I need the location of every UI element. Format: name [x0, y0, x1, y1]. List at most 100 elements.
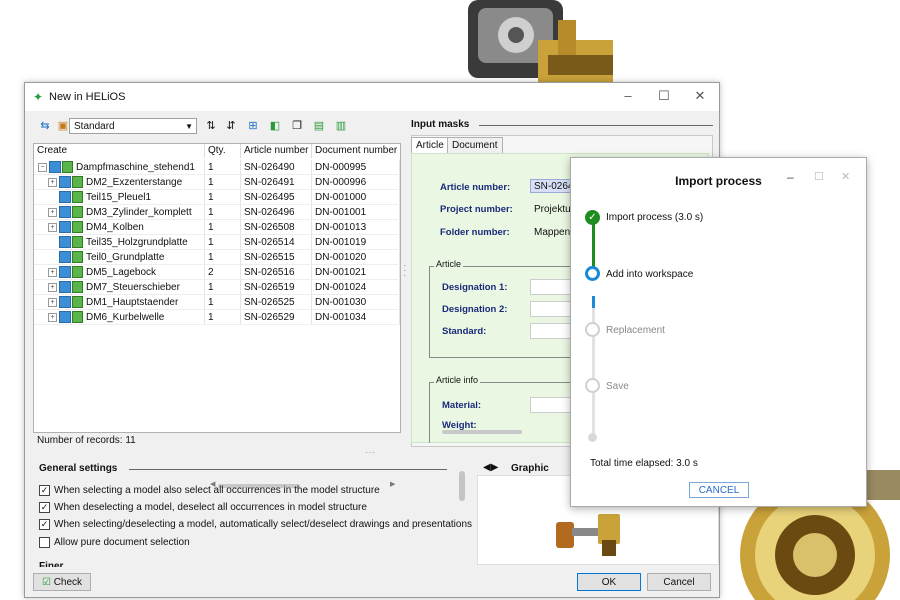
view-select[interactable]: Standard ▼ [69, 118, 197, 134]
table-row[interactable]: + DM6_Kurbelwelle 1 SN-026529 DN-001034 [34, 310, 400, 325]
assembly-icon [59, 176, 71, 189]
table-row[interactable]: − Dampfmaschine_stehend1 1 SN-026490 DN-0009… [34, 160, 400, 175]
document-icon [72, 236, 83, 249]
option-select-occurrences[interactable]: ✓ When selecting a model also select all … [39, 485, 380, 496]
sort-ascending-icon[interactable]: ⇅ [203, 119, 219, 133]
cell-create: + DM3_Zylinder_komplett [34, 205, 205, 220]
table-row[interactable]: + DM5_Lagebock 2 SN-026516 DN-001021 [34, 265, 400, 280]
document-icon [62, 161, 73, 174]
collapse-icon[interactable]: − [38, 162, 47, 172]
material-label: Material: [442, 400, 482, 411]
expand-icon[interactable]: + [48, 267, 57, 277]
step-active-icon [585, 266, 600, 281]
table-row[interactable]: + DM3_Zylinder_komplett 1 SN-026496 DN-00100… [34, 205, 400, 220]
option-select-drawings[interactable]: ✓ When selecting/deselecting a model, aut… [39, 519, 472, 530]
close-icon[interactable]: ✕ [693, 89, 707, 103]
horizontal-splitter[interactable]: ··· [365, 447, 375, 458]
tab-article[interactable]: Article [411, 137, 449, 154]
check-icon: ☑ [41, 577, 51, 588]
import-process-dialog: Import process – ☐ ✕ ✓ Import process (3… [570, 157, 867, 507]
settings-vertical-scrollbar[interactable] [459, 471, 465, 501]
table-row[interactable]: + DM2_Exzenterstange 1 SN-026491 DN-000996 [34, 175, 400, 190]
checkbox-icon[interactable] [39, 537, 50, 548]
expand-icon[interactable]: + [48, 297, 57, 307]
document-icon [72, 281, 83, 294]
document-icon [72, 296, 83, 309]
expand-icon[interactable]: + [48, 282, 57, 292]
column-header-article-number[interactable]: Article number [241, 144, 312, 158]
mark-icon[interactable]: ▤ [311, 119, 327, 133]
step-add-into-workspace: Add into workspace [606, 269, 694, 280]
tab-document[interactable]: Document [447, 137, 503, 154]
cancel-button[interactable]: Cancel [647, 573, 711, 591]
assembly-icon [59, 206, 71, 219]
cell-create: + DM4_Kolben [34, 220, 205, 235]
article-group-label: Article [434, 259, 464, 269]
cell-document-number: DN-001020 [312, 250, 400, 265]
copy-icon[interactable]: ❐ [289, 119, 305, 133]
cell-article-number: SN-026491 [241, 175, 312, 190]
document-icon [72, 251, 83, 264]
table-row[interactable]: Teil15_Pleuel1 1 SN-026495 DN-001000 [34, 190, 400, 205]
column-header-qty[interactable]: Qty. [205, 144, 241, 158]
cell-article-number: SN-026519 [241, 280, 312, 295]
table-row[interactable]: Teil0_Grundplatte 1 SN-026515 DN-001020 [34, 250, 400, 265]
column-header-document-number[interactable]: Document number [312, 144, 400, 158]
designation1-label: Designation 1: [442, 282, 508, 293]
option-pure-document-selection[interactable]: Allow pure document selection [39, 537, 190, 548]
refresh-icon[interactable]: ⇆ [37, 119, 53, 133]
table-row[interactable]: Teil35_Holzgrundplatte 1 SN-026514 DN-00101… [34, 235, 400, 250]
model-thumbnail [556, 514, 620, 556]
table-row[interactable]: + DM7_Steuerschieber 1 SN-026519 DN-001024 [34, 280, 400, 295]
expand-icon[interactable]: + [48, 222, 57, 232]
expand-icon[interactable]: + [48, 177, 57, 187]
option-label: When deselecting a model, deselect all o… [54, 502, 367, 514]
filter-icon[interactable]: ▥ [333, 119, 349, 133]
cell-article-number: SN-026529 [241, 310, 312, 325]
project-number-field[interactable]: Projektu [534, 204, 571, 215]
assembly-icon [59, 266, 71, 279]
cell-article-number: SN-026516 [241, 265, 312, 280]
scroll-right-icon[interactable]: ▶ [390, 480, 395, 488]
checkbox-icon[interactable]: ✓ [39, 502, 50, 513]
dialog-title: New in HELiOS [49, 91, 126, 103]
graphic-nav-icons[interactable]: ◀▶ [483, 462, 498, 473]
assembly-icon [59, 221, 71, 234]
select-all-icon[interactable]: ◧ [267, 119, 283, 133]
mask-horizontal-scrollbar[interactable] [442, 430, 522, 434]
node-label: DM2_Exzenterstange [86, 177, 183, 188]
maximize-icon: ☐ [814, 171, 824, 183]
table-row[interactable]: + DM1_Hauptstaender 1 SN-026525 DN-001030 [34, 295, 400, 310]
cell-create: + DM7_Steuerschieber [34, 280, 205, 295]
expand-icon[interactable]: + [48, 312, 57, 322]
row-divider [34, 324, 400, 325]
cell-document-number: DN-001024 [312, 280, 400, 295]
import-cancel-button[interactable]: CANCEL [689, 482, 749, 498]
cell-qty: 1 [205, 295, 241, 310]
project-number-label: Project number: [440, 204, 513, 215]
node-label: DM7_Steuerschieber [86, 282, 180, 293]
expand-icon[interactable]: ⊞ [245, 119, 261, 133]
checkbox-icon[interactable]: ✓ [39, 485, 50, 496]
ok-button[interactable]: OK [577, 573, 641, 591]
step-pending-icon [585, 378, 600, 393]
column-header-create[interactable]: Create [34, 144, 205, 158]
sort-descending-icon[interactable]: ⇵ [223, 119, 239, 133]
check-button[interactable]: ☑ Check [33, 573, 91, 591]
expand-icon[interactable]: + [48, 207, 57, 217]
maximize-icon[interactable]: ☐ [657, 89, 671, 103]
assembly-icon [59, 296, 71, 309]
cell-article-number: SN-026515 [241, 250, 312, 265]
vertical-splitter[interactable]: · · · [403, 261, 406, 281]
table-row[interactable]: + DM4_Kolben 1 SN-026508 DN-001013 [34, 220, 400, 235]
cell-document-number: DN-001030 [312, 295, 400, 310]
cell-create: Teil15_Pleuel1 [34, 190, 205, 205]
minimize-icon[interactable]: – [621, 89, 635, 103]
document-icon [72, 266, 83, 279]
document-icon [72, 176, 83, 189]
article-number-label: Article number: [440, 182, 511, 193]
checkbox-icon[interactable]: ✓ [39, 519, 50, 530]
option-deselect-occurrences[interactable]: ✓ When deselecting a model, deselect all … [39, 502, 367, 513]
minimize-icon[interactable]: – [787, 170, 794, 184]
cell-document-number: DN-000995 [312, 160, 400, 175]
